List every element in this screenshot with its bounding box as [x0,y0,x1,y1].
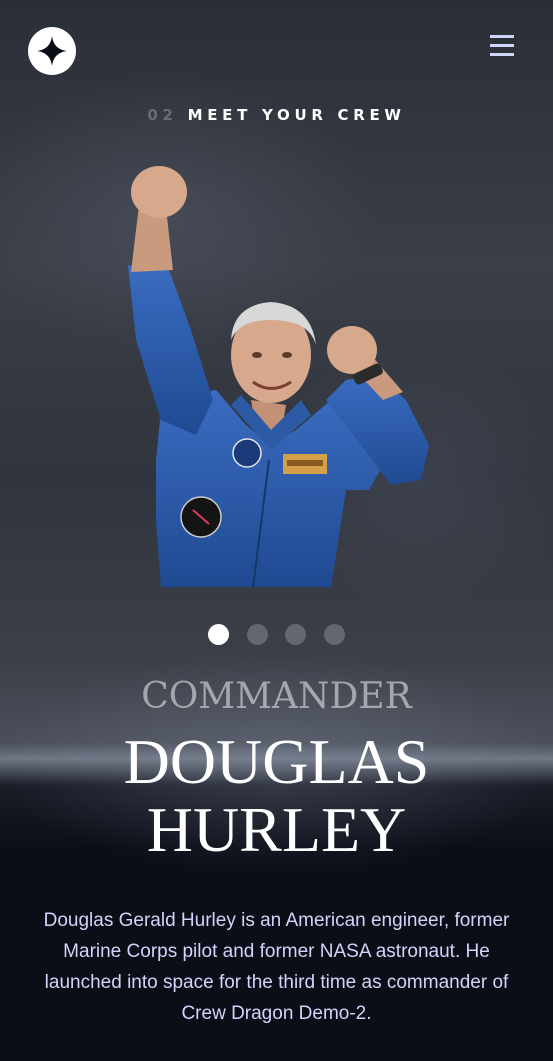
logo[interactable] [28,27,76,75]
star-logo-icon [37,36,67,66]
section-title: MEET YOUR CREW [187,106,406,124]
crew-bio: Douglas Gerald Hurley is an American eng… [43,910,510,1024]
crew-name-line2: HURLEY [146,794,407,865]
menu-line [490,44,514,47]
crew-name-line1: DOUGLAS [123,726,430,797]
crew-dot-4[interactable] [324,624,345,645]
hamburger-menu-icon[interactable] [490,35,516,57]
menu-line [490,35,514,38]
crew-name: DOUGLAS HURLEY [0,728,553,864]
menu-line [490,53,514,56]
crew-dot-2[interactable] [247,624,268,645]
crew-pagination [208,624,348,645]
crew-member-portrait [128,166,429,588]
crew-role: COMMANDER [141,676,412,717]
crew-dot-3[interactable] [285,624,306,645]
portrait-divider [121,587,432,588]
section-heading: 02 MEET YOUR CREW [0,106,553,124]
section-number: 02 [147,106,178,124]
crew-dot-1[interactable] [208,624,229,645]
